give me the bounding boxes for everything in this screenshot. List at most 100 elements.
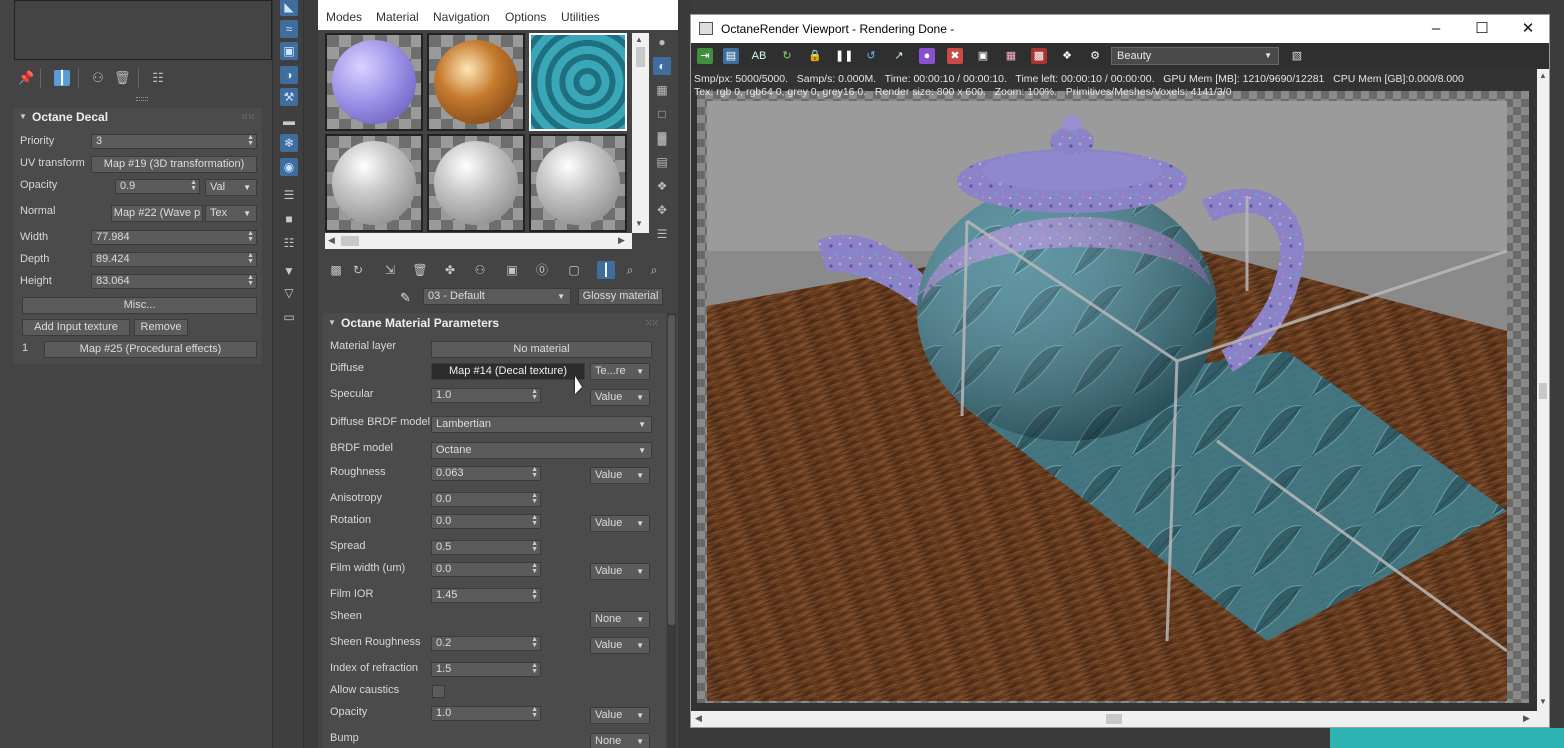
material-picker-icon[interactable]: ▩ — [1031, 48, 1047, 64]
go-forward-sibling-icon[interactable]: ⌕ — [645, 261, 663, 279]
sample-uv-tiling-icon[interactable]: □ — [653, 105, 671, 123]
rollout-header[interactable]: ▼ Octane Material Parameters ⁙⁙ — [323, 313, 666, 333]
diffuse-map-button[interactable]: Map #14 (Decal texture) — [431, 363, 585, 380]
film-width-spinner[interactable]: 0.0 ▲ ▼ — [431, 562, 541, 577]
scroll-thumb[interactable] — [1539, 383, 1547, 399]
uv-transform-map-button[interactable]: Map #19 (3D transformation) — [91, 156, 257, 173]
scroll-left-icon[interactable]: ◀ — [695, 713, 702, 724]
menu-navigation[interactable]: Navigation — [433, 10, 490, 24]
rotation-spinner[interactable]: 0.0 ▲ ▼ — [431, 514, 541, 529]
configure-icon[interactable]: ☷ — [150, 70, 166, 86]
put-to-scene-icon[interactable]: ↻ — [349, 261, 367, 279]
film-width-mode-dropdown[interactable]: Value ▼ — [590, 563, 650, 580]
restart-render-icon[interactable]: ↻ — [779, 48, 795, 64]
spinner-arrows-icon[interactable]: ▲ ▼ — [531, 540, 538, 553]
get-material-icon[interactable]: ▩ — [327, 261, 345, 279]
ior-spinner[interactable]: 1.5 ▲ ▼ — [431, 662, 541, 677]
specular-spinner[interactable]: 1.0 ▲ ▼ — [431, 388, 541, 403]
spinner-arrows-icon[interactable]: ▲ ▼ — [531, 706, 538, 719]
helpers-icon[interactable]: ▣ — [280, 42, 298, 60]
anisotropy-spinner[interactable]: 0.0 ▲ ▼ — [431, 492, 541, 507]
scroll-thumb[interactable] — [668, 315, 675, 625]
sample-slot-5[interactable] — [427, 134, 525, 232]
opacity-mode-dropdown[interactable]: Value ▼ — [590, 707, 650, 724]
scroll-up-icon[interactable]: ▲ — [635, 35, 643, 44]
shapes-icon[interactable]: ◣ — [280, 0, 298, 16]
square-icon[interactable]: ■ — [280, 210, 298, 228]
pin-icon[interactable]: 📌 — [18, 70, 34, 86]
brdf-model-dropdown[interactable]: Octane ▼ — [431, 442, 652, 459]
modify-icon[interactable]: ⚒ — [280, 88, 298, 106]
scroll-right-icon[interactable]: ▶ — [1523, 713, 1530, 724]
spinner-arrows-icon[interactable]: ▲ ▼ — [531, 662, 538, 675]
reset-map-icon[interactable]: 🗑 — [411, 261, 429, 279]
make-unique-icon[interactable]: ⚇ — [471, 261, 489, 279]
diffuse-brdf-dropdown[interactable]: Lambertian ▼ — [431, 416, 652, 433]
material-layer-button[interactable]: No material — [431, 341, 652, 358]
close-icon[interactable]: ✕ — [1505, 15, 1551, 43]
motion-icon[interactable]: ❄ — [280, 134, 298, 152]
no-render-icon[interactable]: ✖ — [947, 48, 963, 64]
sheen-roughness-mode-dropdown[interactable]: Value ▼ — [590, 637, 650, 654]
parameters-scrollbar[interactable] — [667, 313, 676, 748]
select-by-material-icon[interactable]: ✥ — [653, 201, 671, 219]
specular-mode-dropdown[interactable]: Value ▼ — [590, 389, 650, 406]
spinner-arrows-icon[interactable]: ▲ ▼ — [531, 466, 538, 479]
sample-slot-3[interactable] — [529, 33, 627, 131]
height-spinner[interactable]: 83.064 ▲ ▼ — [91, 274, 257, 289]
maximize-icon[interactable]: ☐ — [1459, 15, 1505, 43]
object-picker-icon[interactable]: ❖ — [1059, 48, 1075, 64]
options-icon[interactable]: ❖ — [653, 177, 671, 195]
slots-vertical-scrollbar[interactable]: ▲ ▼ — [632, 33, 649, 233]
film-ior-spinner[interactable]: 1.45 ▲ ▼ — [431, 588, 541, 603]
roughness-mode-dropdown[interactable]: Value ▼ — [590, 467, 650, 484]
auto-focus-icon[interactable]: ↗ — [891, 48, 907, 64]
show-shaded-icon[interactable]: ▢ — [565, 261, 583, 279]
trash-icon[interactable]: 🗑 — [114, 70, 131, 86]
document-icon[interactable]: ☷ — [280, 234, 298, 252]
misc-button[interactable]: Misc... — [22, 297, 257, 314]
spinner-arrows-icon[interactable]: ▲ ▼ — [531, 562, 538, 575]
remove-button[interactable]: Remove — [134, 319, 188, 336]
spinner-arrows-icon[interactable]: ▲ ▼ — [531, 514, 538, 527]
render-pass-dropdown[interactable]: Beauty ▼ — [1111, 47, 1279, 65]
put-to-library-icon[interactable]: ▣ — [503, 261, 521, 279]
allow-caustics-checkbox[interactable] — [432, 685, 445, 698]
filter-icon[interactable]: ▽ — [280, 284, 298, 302]
viewport-horizontal-scrollbar[interactable]: ◀ ▶ — [691, 711, 1537, 727]
spacewarps-icon[interactable]: ≈ — [280, 20, 298, 38]
roughness-spinner[interactable]: 0.063 ▲ ▼ — [431, 466, 541, 481]
spinner-arrows-icon[interactable]: ▲ ▼ — [531, 388, 538, 401]
spinner-arrows-icon[interactable]: ▲ ▼ — [190, 179, 197, 192]
sample-slot-1[interactable] — [325, 33, 423, 131]
scroll-thumb[interactable] — [341, 236, 359, 246]
background-checker-icon[interactable]: ▦ — [653, 81, 671, 99]
eyedropper-icon[interactable]: ✎ — [400, 290, 411, 306]
spinner-arrows-icon[interactable]: ▲ ▼ — [531, 588, 538, 601]
opacity-spinner[interactable]: 1.0 ▲ ▼ — [431, 706, 541, 721]
copy-image-icon[interactable]: ▤ — [723, 48, 739, 64]
filter-settings-icon[interactable]: ▼ — [280, 262, 298, 280]
menu-utilities[interactable]: Utilities — [561, 10, 600, 24]
modifier-stack-icon[interactable]: ┃ — [54, 70, 70, 86]
sample-slot-2[interactable] — [427, 33, 525, 131]
scroll-left-icon[interactable]: ◀ — [328, 235, 335, 246]
sample-slot-6[interactable] — [529, 134, 627, 232]
render-area[interactable]: Smp/px: 5000/5000. Samp/s: 0.000M. Time:… — [691, 69, 1537, 711]
rotation-mode-dropdown[interactable]: Value ▼ — [590, 515, 650, 532]
video-color-check-icon[interactable]: ▓ — [653, 129, 671, 147]
ab-compare-icon[interactable]: AB — [751, 48, 767, 64]
spinner-arrows-icon[interactable]: ▲ ▼ — [247, 274, 254, 287]
material-id-channel-icon[interactable]: ⓪ — [533, 261, 551, 279]
input-texture-map-button[interactable]: Map #25 (Procedural effects) — [44, 341, 257, 358]
depth-spinner[interactable]: 89.424 ▲ ▼ — [91, 252, 257, 267]
priority-spinner[interactable]: 3 ▲ ▼ — [91, 134, 257, 149]
spinner-arrows-icon[interactable]: ▲ ▼ — [247, 252, 254, 265]
rollout-header[interactable]: ▼ Octane Decal ⁙⁙ — [14, 108, 262, 126]
lock-icon[interactable]: 🔒 — [807, 48, 823, 64]
scroll-down-icon[interactable]: ▼ — [635, 219, 643, 228]
make-preview-icon[interactable]: ▤ — [653, 153, 671, 171]
slots-horizontal-scrollbar[interactable]: ◀ ▶ — [325, 233, 632, 249]
diffuse-mode-dropdown[interactable]: Te...re ▼ — [590, 363, 650, 380]
opacity-spinner[interactable]: 0.9 ▲ ▼ — [115, 179, 200, 194]
